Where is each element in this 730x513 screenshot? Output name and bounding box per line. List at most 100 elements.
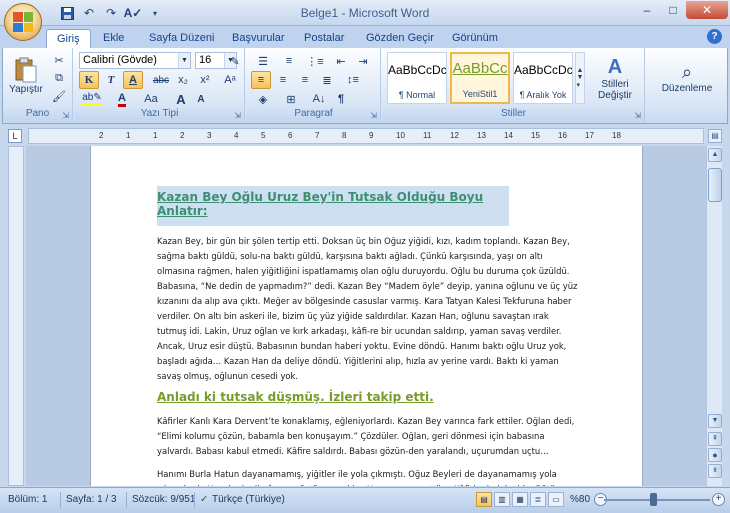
zoom-slider-thumb[interactable] — [650, 493, 657, 506]
tab-sayfa-duzeni[interactable]: Sayfa Düzeni — [139, 29, 224, 48]
web-layout-icon[interactable]: ▦ — [512, 492, 528, 507]
style-sample: AaBbCc — [452, 60, 508, 77]
ruler-tick-label: 9 — [369, 131, 374, 140]
shading-icon[interactable]: ◈ — [251, 90, 275, 108]
heading-2[interactable]: Anladı ki tutsak düşmüş. İzleri takip et… — [157, 390, 581, 404]
clear-format-icon[interactable]: ✎ — [228, 52, 242, 70]
status-section[interactable]: Bölüm: 1 — [8, 494, 47, 505]
tab-gozden-gecir[interactable]: Gözden Geçir — [356, 29, 444, 48]
paste-button[interactable]: Yapıştır — [9, 52, 43, 100]
change-case-button[interactable]: Aa — [139, 90, 163, 108]
style-name: YeniStil1 — [462, 89, 498, 99]
tab-basvurular[interactable]: Başvurular — [222, 29, 295, 48]
highlight-button[interactable]: ab✎ — [79, 90, 105, 108]
tab-selector[interactable]: L — [8, 129, 22, 143]
line-spacing-icon[interactable]: ↕≡ — [341, 71, 365, 89]
justify-icon[interactable]: ≣ — [317, 71, 337, 89]
styles-launcher-icon[interactable]: ⇲ — [634, 111, 641, 120]
vertical-scrollbar[interactable]: ▲ ▼ ⇞ ● ⇟ — [706, 146, 722, 486]
borders-icon[interactable]: ⊞ — [279, 90, 303, 108]
ruler-tick-label: 5 — [261, 131, 266, 140]
italic-button[interactable]: T — [101, 71, 121, 89]
highlighter-icon: ab✎ — [82, 92, 102, 106]
status-language[interactable]: Türkçe (Türkiye) — [212, 494, 285, 505]
heading-1[interactable]: Kazan Bey Oğlu Uruz Bey'in Tutsak Olduğu… — [157, 186, 509, 226]
superscript-button[interactable]: x² — [195, 71, 215, 89]
sort-icon[interactable]: A↓ — [309, 90, 329, 108]
status-page[interactable]: Sayfa: 1 / 3 — [66, 494, 117, 505]
styles-scroll[interactable]: ▲ ▼ ▾ — [575, 52, 585, 104]
browse-object-icon[interactable]: ● — [708, 448, 722, 462]
scroll-down-icon[interactable]: ▼ — [708, 414, 722, 428]
change-styles-button[interactable]: A Stilleri Değiştir — [589, 52, 641, 104]
show-marks-button[interactable]: ¶ — [331, 90, 351, 108]
tab-giris[interactable]: Giriş — [46, 29, 91, 48]
draft-view-icon[interactable]: ▭ — [548, 492, 564, 507]
maximize-button[interactable]: □ — [660, 1, 686, 19]
align-right-icon[interactable]: ≡ — [295, 71, 315, 89]
status-divider — [126, 492, 127, 508]
font-color-button[interactable]: A — [111, 90, 133, 108]
underline-button[interactable]: A — [123, 71, 143, 89]
group-editing: ⌕ Düzenleme — [647, 48, 727, 122]
vertical-ruler[interactable] — [8, 146, 24, 486]
proofing-icon[interactable]: ✓ — [200, 494, 208, 505]
shrink-font-button[interactable]: A — [191, 90, 211, 108]
decrease-indent-icon[interactable]: ⇤ — [331, 52, 351, 70]
font-launcher-icon[interactable]: ⇲ — [234, 111, 241, 120]
next-page-icon[interactable]: ⇟ — [708, 464, 722, 478]
print-layout-icon[interactable]: ▤ — [476, 492, 492, 507]
help-icon[interactable]: ? — [707, 29, 722, 44]
numbering-icon[interactable]: ≡ — [277, 52, 301, 70]
style-name: ¶ Aralık Yok — [519, 90, 567, 100]
page[interactable]: Kazan Bey Oğlu Uruz Bey'in Tutsak Olduğu… — [90, 146, 643, 486]
format-painter-icon[interactable]: 🖌 — [49, 87, 69, 105]
style-normal[interactable]: AaBbCcDc ¶ Normal — [387, 52, 447, 104]
horizontal-ruler[interactable]: 2 1 1 2 3 4 5 6 7 8 9 10 11 12 13 14 15 16 17 18 — [28, 128, 704, 144]
scroll-up-icon[interactable]: ▲ — [708, 148, 722, 162]
zoom-level[interactable]: %80 — [570, 494, 590, 505]
scroll-thumb[interactable] — [708, 168, 722, 202]
increase-indent-icon[interactable]: ⇥ — [353, 52, 373, 70]
zoom-slider-track[interactable] — [604, 499, 710, 501]
bold-button[interactable]: K — [79, 71, 99, 89]
tab-gorunum[interactable]: Görünüm — [442, 29, 508, 48]
chevron-down-icon[interactable]: ▼ — [178, 53, 190, 68]
paragraph-1[interactable]: Kazan Bey, bir gün bir şölen tertip etti… — [157, 234, 581, 384]
copy-icon[interactable]: ⧉ — [49, 69, 69, 87]
paragraph-launcher-icon[interactable]: ⇲ — [370, 111, 377, 120]
office-logo-icon — [13, 12, 33, 32]
cut-icon[interactable]: ✂ — [49, 51, 69, 69]
zoom-in-icon[interactable]: + — [712, 493, 725, 506]
previous-page-icon[interactable]: ⇞ — [708, 432, 722, 446]
style-aralik-yok[interactable]: AaBbCcDc ¶ Aralık Yok — [513, 52, 573, 104]
ruler-tick-label: 4 — [234, 131, 239, 140]
style-name: ¶ Normal — [398, 90, 436, 100]
full-screen-reading-icon[interactable]: ▥ — [494, 492, 510, 507]
align-center-icon[interactable]: ≡ — [273, 71, 293, 89]
paragraph-2[interactable]: Kâfirler Kanlı Kara Dervent’te konaklamı… — [157, 414, 581, 459]
editing-button[interactable]: ⌕ Düzenleme — [653, 52, 721, 104]
close-button[interactable]: ✕ — [686, 1, 728, 19]
style-yenistil1[interactable]: AaBbCc YeniStil1 — [450, 52, 510, 104]
paragraph-3[interactable]: Hanımı Burla Hatun dayanamamış, yiğitler… — [157, 467, 581, 486]
tab-postalar[interactable]: Postalar — [294, 29, 354, 48]
align-left-icon[interactable]: ≡ — [251, 71, 271, 89]
grow-font-button[interactable]: A — [171, 90, 191, 108]
subscript-button[interactable]: x₂ — [173, 71, 193, 89]
font-size-value: 16 — [199, 54, 212, 66]
office-button[interactable] — [4, 3, 42, 41]
outline-view-icon[interactable]: ≣ — [530, 492, 546, 507]
bullets-icon[interactable]: ☰ — [251, 52, 275, 70]
status-words[interactable]: Sözcük: 9/951 — [132, 494, 195, 505]
view-ruler-icon[interactable]: ▤ — [708, 129, 722, 143]
ruler-tick-label: 18 — [612, 131, 621, 140]
tab-ekle[interactable]: Ekle — [93, 29, 134, 48]
text-effects-icon[interactable]: Aᵃ — [221, 71, 239, 89]
font-name-combo[interactable]: Calibri (Gövde) ▼ — [79, 52, 191, 69]
minimize-button[interactable]: – — [634, 1, 660, 19]
strikethrough-button[interactable]: abc — [151, 71, 171, 89]
multilevel-list-icon[interactable]: ⋮≡ — [303, 52, 327, 70]
ruler-tick-label: 17 — [585, 131, 594, 140]
clipboard-launcher-icon[interactable]: ⇲ — [62, 111, 69, 120]
